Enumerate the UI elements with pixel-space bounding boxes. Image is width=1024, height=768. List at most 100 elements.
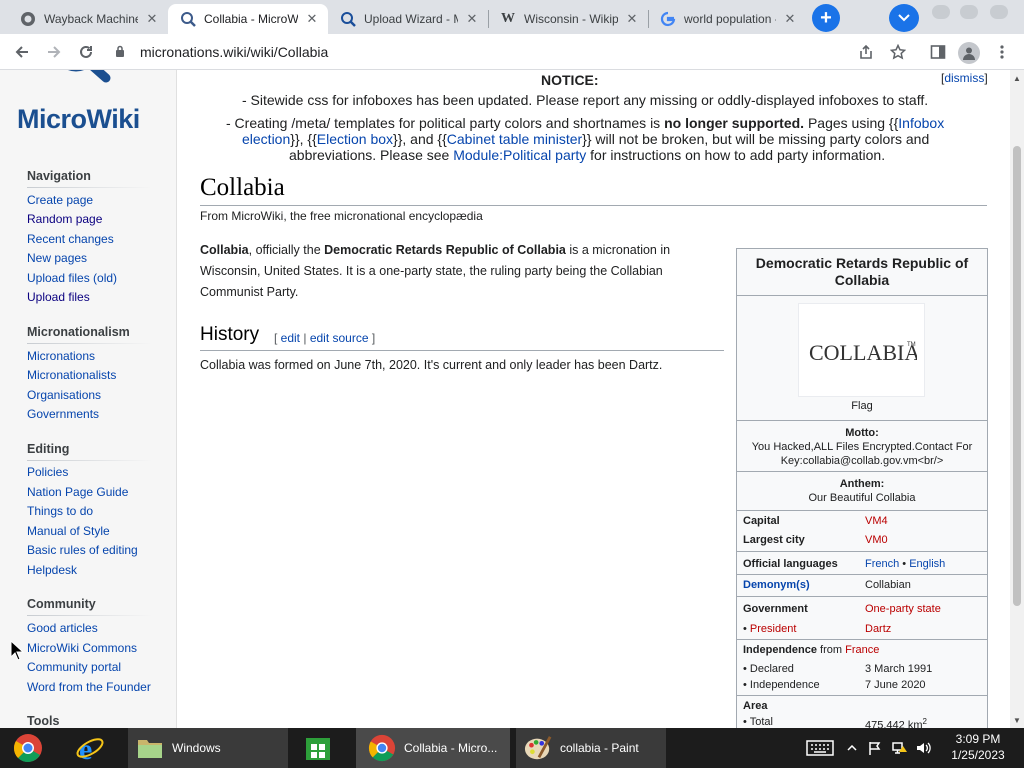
action-center-flag-button[interactable] [866,728,884,768]
close-tab-icon[interactable]: ✕ [144,11,160,27]
flag-caption: Flag [851,400,873,412]
nav-manual-of-style[interactable]: Manual of Style [27,524,110,538]
back-button[interactable] [10,40,34,64]
touch-keyboard-button[interactable] [804,728,836,768]
system-clock[interactable]: 3:09 PM 1/25/2023 [940,731,1016,763]
nav-nation-page-guide[interactable]: Nation Page Guide [27,485,128,499]
tab-title: Wayback Machine [44,12,138,26]
close-tab-icon[interactable]: ✕ [624,11,640,27]
nav-create-page[interactable]: Create page [27,193,93,207]
forward-button[interactable] [42,40,66,64]
election-template-link[interactable]: election [242,131,290,147]
nav-micronationalists[interactable]: Micronationalists [27,368,116,382]
nav-upload-files[interactable]: Upload files [27,290,90,304]
capital-link[interactable]: VM4 [865,515,888,527]
menu-button[interactable] [990,40,1014,64]
nav-policies[interactable]: Policies [27,465,68,479]
reload-button[interactable] [74,40,98,64]
history-heading: History [200,324,260,345]
nav-helpdesk[interactable]: Helpdesk [27,563,77,577]
profile-avatar[interactable] [958,42,980,64]
scrollbar-thumb[interactable] [1013,146,1021,606]
scroll-up-arrow-icon[interactable]: ▲ [1010,72,1024,84]
network-button[interactable] [890,728,910,768]
infobox-divider [737,420,987,421]
maximize-button[interactable] [960,5,978,19]
article-content: NOTICE: [dismiss] - Sitewide css for inf… [176,70,1010,728]
infobox-template-link[interactable]: Infobox [898,115,944,131]
close-tab-icon[interactable]: ✕ [782,11,798,27]
section-edit-links: [ edit | edit source ] [274,331,375,345]
tab-wisconsin[interactable]: W Wisconsin - Wikiped ✕ [488,4,648,34]
nav-new-pages[interactable]: New pages [27,251,87,265]
volume-button[interactable] [914,728,934,768]
new-tab-button[interactable]: + [812,4,840,32]
language-french-link[interactable]: French [865,558,899,570]
language-english-link[interactable]: English [909,558,945,570]
tab-search-button[interactable] [889,4,919,32]
tab-upload-wizard[interactable]: Upload Wizard - Mic ✕ [328,4,488,34]
president-link[interactable]: Dartz [865,623,891,635]
taskbar-internet-explorer[interactable]: e [68,728,112,768]
nav-good-articles[interactable]: Good articles [27,621,98,635]
taskbar-chrome-window[interactable]: Collabia - Micro... [356,728,510,768]
languages-value: French • English [865,558,945,570]
notice-text: - Creating /meta/ templates for politica… [226,115,665,131]
tab-world-population[interactable]: world population - G ✕ [648,4,806,34]
notice-line-2: - Creating /meta/ templates for politica… [226,115,944,131]
chevron-down-icon [898,14,910,22]
notice-text: }}, and {{ [393,131,447,147]
nav-upload-files-old[interactable]: Upload files (old) [27,271,117,285]
nav-basic-rules-of-editing[interactable]: Basic rules of editing [27,543,138,557]
flag-image[interactable]: COLLABIA TM [798,303,925,397]
independence-country-link[interactable]: France [845,644,879,656]
president-title-link[interactable]: President [750,623,796,635]
microwiki-logo-icon[interactable] [36,70,126,96]
close-tab-icon[interactable]: ✕ [304,11,320,27]
taskbar-store[interactable] [296,728,340,768]
side-panel-button[interactable] [926,40,950,64]
nav-things-to-do[interactable]: Things to do [27,504,93,518]
largest-city-link[interactable]: VM0 [865,534,888,546]
keyboard-icon [806,740,834,756]
minimize-button[interactable] [932,5,950,19]
nav-word-from-the-founder[interactable]: Word from the Founder [27,680,151,694]
taskbar-paint-window[interactable]: collabia - Paint [516,728,666,768]
demonym-link[interactable]: Demonym(s) [743,579,810,591]
address-bar[interactable]: micronations.wiki/wiki/Collabia [110,38,850,66]
nav-community-portal[interactable]: Community portal [27,660,121,674]
nav-micronations[interactable]: Micronations [27,349,95,363]
tab-wayback[interactable]: Wayback Machine ✕ [8,4,168,34]
show-hidden-icons-button[interactable] [844,728,860,768]
edit-section-link[interactable]: edit [281,331,300,345]
close-tab-icon[interactable]: ✕ [464,11,480,27]
nav-random-page[interactable]: Random page [27,212,102,226]
infobox-title: Democratic Retards Republic of Collabia [737,249,987,296]
dismiss-link[interactable]: dismiss [944,71,984,85]
close-window-button[interactable] [990,5,1008,19]
nav-organisations[interactable]: Organisations [27,388,101,402]
taskbar-chrome[interactable] [6,728,50,768]
notice-text: }}, {{ [290,131,317,147]
nav-microwiki-commons[interactable]: MicroWiki Commons [27,641,137,655]
nav-recent-changes[interactable]: Recent changes [27,232,114,246]
cabinet-table-minister-link[interactable]: Cabinet table minister [447,131,582,147]
page-scrollbar[interactable]: ▲ ▼ [1010,70,1024,728]
ie-icon: e [76,733,104,763]
site-logo-text[interactable]: MicroWiki [17,104,140,135]
taskbar-windows-explorer[interactable]: Windows [128,728,288,768]
tab-collabia[interactable]: Collabia - MicroWiki ✕ [168,4,328,34]
government-link[interactable]: One-party state [865,603,941,615]
edit-source-link[interactable]: edit source [310,331,369,345]
independence-heading: Independence from France [743,644,879,656]
share-button[interactable] [854,40,878,64]
election-box-link[interactable]: Election box [317,131,393,147]
module-political-party-link[interactable]: Module:Political party [453,147,586,163]
taskbar-label: collabia - Paint [560,741,639,755]
scroll-down-arrow-icon[interactable]: ▼ [1010,714,1024,726]
infobox-divider [737,510,987,511]
nav-governments[interactable]: Governments [27,407,99,421]
bookmark-button[interactable] [886,40,910,64]
lock-icon [110,45,130,60]
forward-arrow-icon [48,46,61,58]
